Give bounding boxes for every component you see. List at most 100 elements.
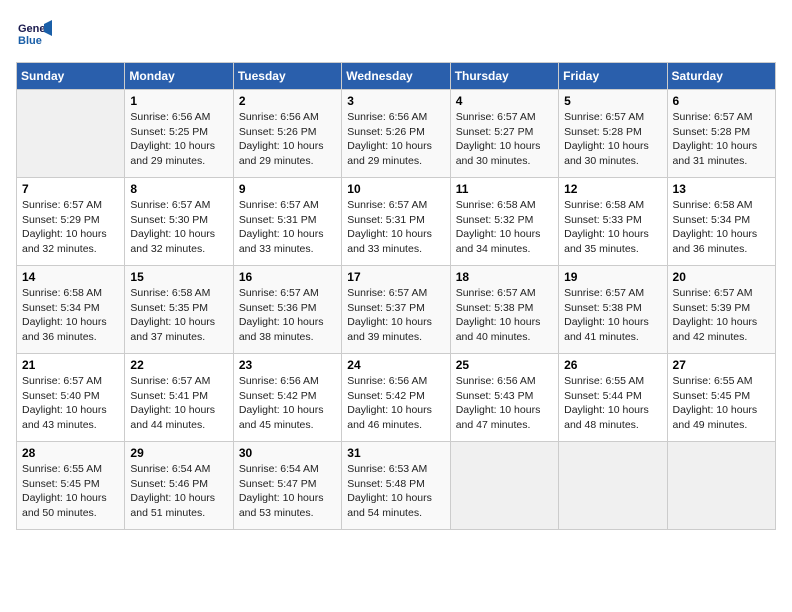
- day-info: Sunrise: 6:57 AMSunset: 5:27 PMDaylight:…: [456, 110, 553, 169]
- day-number: 21: [22, 358, 119, 372]
- calendar-cell: 25 Sunrise: 6:56 AMSunset: 5:43 PMDayligh…: [450, 354, 558, 442]
- day-info: Sunrise: 6:58 AMSunset: 5:32 PMDaylight:…: [456, 198, 553, 257]
- day-number: 23: [239, 358, 336, 372]
- weekday-header-wednesday: Wednesday: [342, 63, 450, 90]
- day-number: 31: [347, 446, 444, 460]
- logo-icon: General Blue: [16, 16, 52, 52]
- day-info: Sunrise: 6:57 AMSunset: 5:41 PMDaylight:…: [130, 374, 227, 433]
- calendar-cell: 3Sunrise: 6:56 AMSunset: 5:26 PMDaylight…: [342, 90, 450, 178]
- calendar-cell: 20 Sunrise: 6:57 AMSunset: 5:39 PMDayligh…: [667, 266, 775, 354]
- calendar-cell: [450, 442, 558, 530]
- day-info: Sunrise: 6:56 AMSunset: 5:26 PMDaylight:…: [239, 110, 336, 169]
- svg-text:Blue: Blue: [18, 35, 42, 47]
- day-number: 18: [456, 270, 553, 284]
- day-info: Sunrise: 6:57 AMSunset: 5:38 PMDaylight:…: [564, 286, 661, 345]
- calendar-cell: 15 Sunrise: 6:58 AMSunset: 5:35 PMDayligh…: [125, 266, 233, 354]
- day-number: 27: [673, 358, 770, 372]
- calendar-cell: 24 Sunrise: 6:56 AMSunset: 5:42 PMDayligh…: [342, 354, 450, 442]
- weekday-header-tuesday: Tuesday: [233, 63, 341, 90]
- day-info: Sunrise: 6:56 AMSunset: 5:42 PMDaylight:…: [347, 374, 444, 433]
- calendar-cell: 1 Sunrise: 6:56 AMSunset: 5:25 PMDaylight…: [125, 90, 233, 178]
- day-info: Sunrise: 6:55 AMSunset: 5:45 PMDaylight:…: [22, 462, 119, 521]
- calendar-cell: 22 Sunrise: 6:57 AMSunset: 5:41 PMDayligh…: [125, 354, 233, 442]
- day-number: 3: [347, 94, 444, 108]
- day-number: 15: [130, 270, 227, 284]
- day-info: Sunrise: 6:54 AMSunset: 5:46 PMDaylight:…: [130, 462, 227, 521]
- calendar-cell: 8Sunrise: 6:57 AMSunset: 5:30 PMDaylight…: [125, 178, 233, 266]
- day-info: Sunrise: 6:57 AMSunset: 5:30 PMDaylight:…: [130, 198, 227, 257]
- day-number: 4: [456, 94, 553, 108]
- calendar-cell: 7 Sunrise: 6:57 AMSunset: 5:29 PMDaylight…: [17, 178, 125, 266]
- calendar-cell: 6 Sunrise: 6:57 AMSunset: 5:28 PMDaylight…: [667, 90, 775, 178]
- day-number: 5: [564, 94, 661, 108]
- calendar-cell: 28 Sunrise: 6:55 AMSunset: 5:45 PMDayligh…: [17, 442, 125, 530]
- day-info: Sunrise: 6:58 AMSunset: 5:34 PMDaylight:…: [22, 286, 119, 345]
- day-number: 10: [347, 182, 444, 196]
- calendar-cell: 14 Sunrise: 6:58 AMSunset: 5:34 PMDayligh…: [17, 266, 125, 354]
- calendar-cell: 29 Sunrise: 6:54 AMSunset: 5:46 PMDayligh…: [125, 442, 233, 530]
- day-number: 16: [239, 270, 336, 284]
- weekday-header-thursday: Thursday: [450, 63, 558, 90]
- weekday-header-saturday: Saturday: [667, 63, 775, 90]
- calendar-cell: 26 Sunrise: 6:55 AMSunset: 5:44 PMDayligh…: [559, 354, 667, 442]
- day-info: Sunrise: 6:57 AMSunset: 5:39 PMDaylight:…: [673, 286, 770, 345]
- day-number: 11: [456, 182, 553, 196]
- day-number: 12: [564, 182, 661, 196]
- calendar-cell: 11 Sunrise: 6:58 AMSunset: 5:32 PMDayligh…: [450, 178, 558, 266]
- day-number: 26: [564, 358, 661, 372]
- calendar-cell: 21 Sunrise: 6:57 AMSunset: 5:40 PMDayligh…: [17, 354, 125, 442]
- calendar-cell: 18 Sunrise: 6:57 AMSunset: 5:38 PMDayligh…: [450, 266, 558, 354]
- calendar-table: SundayMondayTuesdayWednesdayThursdayFrid…: [16, 62, 776, 530]
- logo: General Blue: [16, 16, 52, 52]
- day-info: Sunrise: 6:57 AMSunset: 5:37 PMDaylight:…: [347, 286, 444, 345]
- calendar-cell: 23 Sunrise: 6:56 AMSunset: 5:42 PMDayligh…: [233, 354, 341, 442]
- day-number: 14: [22, 270, 119, 284]
- day-number: 24: [347, 358, 444, 372]
- day-info: Sunrise: 6:53 AMSunset: 5:48 PMDaylight:…: [347, 462, 444, 521]
- day-info: Sunrise: 6:57 AMSunset: 5:36 PMDaylight:…: [239, 286, 336, 345]
- day-info: Sunrise: 6:56 AMSunset: 5:42 PMDaylight:…: [239, 374, 336, 433]
- day-number: 19: [564, 270, 661, 284]
- day-info: Sunrise: 6:58 AMSunset: 5:33 PMDaylight:…: [564, 198, 661, 257]
- day-info: Sunrise: 6:57 AMSunset: 5:40 PMDaylight:…: [22, 374, 119, 433]
- day-info: Sunrise: 6:57 AMSunset: 5:31 PMDaylight:…: [347, 198, 444, 257]
- day-number: 2: [239, 94, 336, 108]
- day-info: Sunrise: 6:57 AMSunset: 5:31 PMDaylight:…: [239, 198, 336, 257]
- day-number: 17: [347, 270, 444, 284]
- day-number: 30: [239, 446, 336, 460]
- day-number: 9: [239, 182, 336, 196]
- day-number: 20: [673, 270, 770, 284]
- calendar-cell: 12 Sunrise: 6:58 AMSunset: 5:33 PMDayligh…: [559, 178, 667, 266]
- day-info: Sunrise: 6:58 AMSunset: 5:35 PMDaylight:…: [130, 286, 227, 345]
- day-number: 13: [673, 182, 770, 196]
- day-info: Sunrise: 6:56 AMSunset: 5:43 PMDaylight:…: [456, 374, 553, 433]
- day-info: Sunrise: 6:55 AMSunset: 5:44 PMDaylight:…: [564, 374, 661, 433]
- day-number: 6: [673, 94, 770, 108]
- calendar-cell: 31 Sunrise: 6:53 AMSunset: 5:48 PMDayligh…: [342, 442, 450, 530]
- calendar-cell: 5 Sunrise: 6:57 AMSunset: 5:28 PMDaylight…: [559, 90, 667, 178]
- day-number: 25: [456, 358, 553, 372]
- day-info: Sunrise: 6:56 AMSunset: 5:25 PMDaylight:…: [130, 110, 227, 169]
- day-info: Sunrise: 6:54 AMSunset: 5:47 PMDaylight:…: [239, 462, 336, 521]
- weekday-header-friday: Friday: [559, 63, 667, 90]
- day-info: Sunrise: 6:57 AMSunset: 5:28 PMDaylight:…: [564, 110, 661, 169]
- calendar-cell: 16 Sunrise: 6:57 AMSunset: 5:36 PMDayligh…: [233, 266, 341, 354]
- calendar-cell: 10 Sunrise: 6:57 AMSunset: 5:31 PMDayligh…: [342, 178, 450, 266]
- day-info: Sunrise: 6:57 AMSunset: 5:28 PMDaylight:…: [673, 110, 770, 169]
- calendar-cell: 2 Sunrise: 6:56 AMSunset: 5:26 PMDaylight…: [233, 90, 341, 178]
- day-info: Sunrise: 6:57 AMSunset: 5:38 PMDaylight:…: [456, 286, 553, 345]
- day-number: 7: [22, 182, 119, 196]
- day-number: 29: [130, 446, 227, 460]
- day-number: 28: [22, 446, 119, 460]
- calendar-cell: 4 Sunrise: 6:57 AMSunset: 5:27 PMDaylight…: [450, 90, 558, 178]
- day-info: Sunrise: 6:57 AMSunset: 5:29 PMDaylight:…: [22, 198, 119, 257]
- calendar-cell: [667, 442, 775, 530]
- calendar-cell: [559, 442, 667, 530]
- day-number: 22: [130, 358, 227, 372]
- calendar-cell: 9 Sunrise: 6:57 AMSunset: 5:31 PMDaylight…: [233, 178, 341, 266]
- calendar-cell: [17, 90, 125, 178]
- calendar-cell: 17 Sunrise: 6:57 AMSunset: 5:37 PMDayligh…: [342, 266, 450, 354]
- day-info: Sunrise: 6:55 AMSunset: 5:45 PMDaylight:…: [673, 374, 770, 433]
- calendar-cell: 27 Sunrise: 6:55 AMSunset: 5:45 PMDayligh…: [667, 354, 775, 442]
- day-number: 1: [130, 94, 227, 108]
